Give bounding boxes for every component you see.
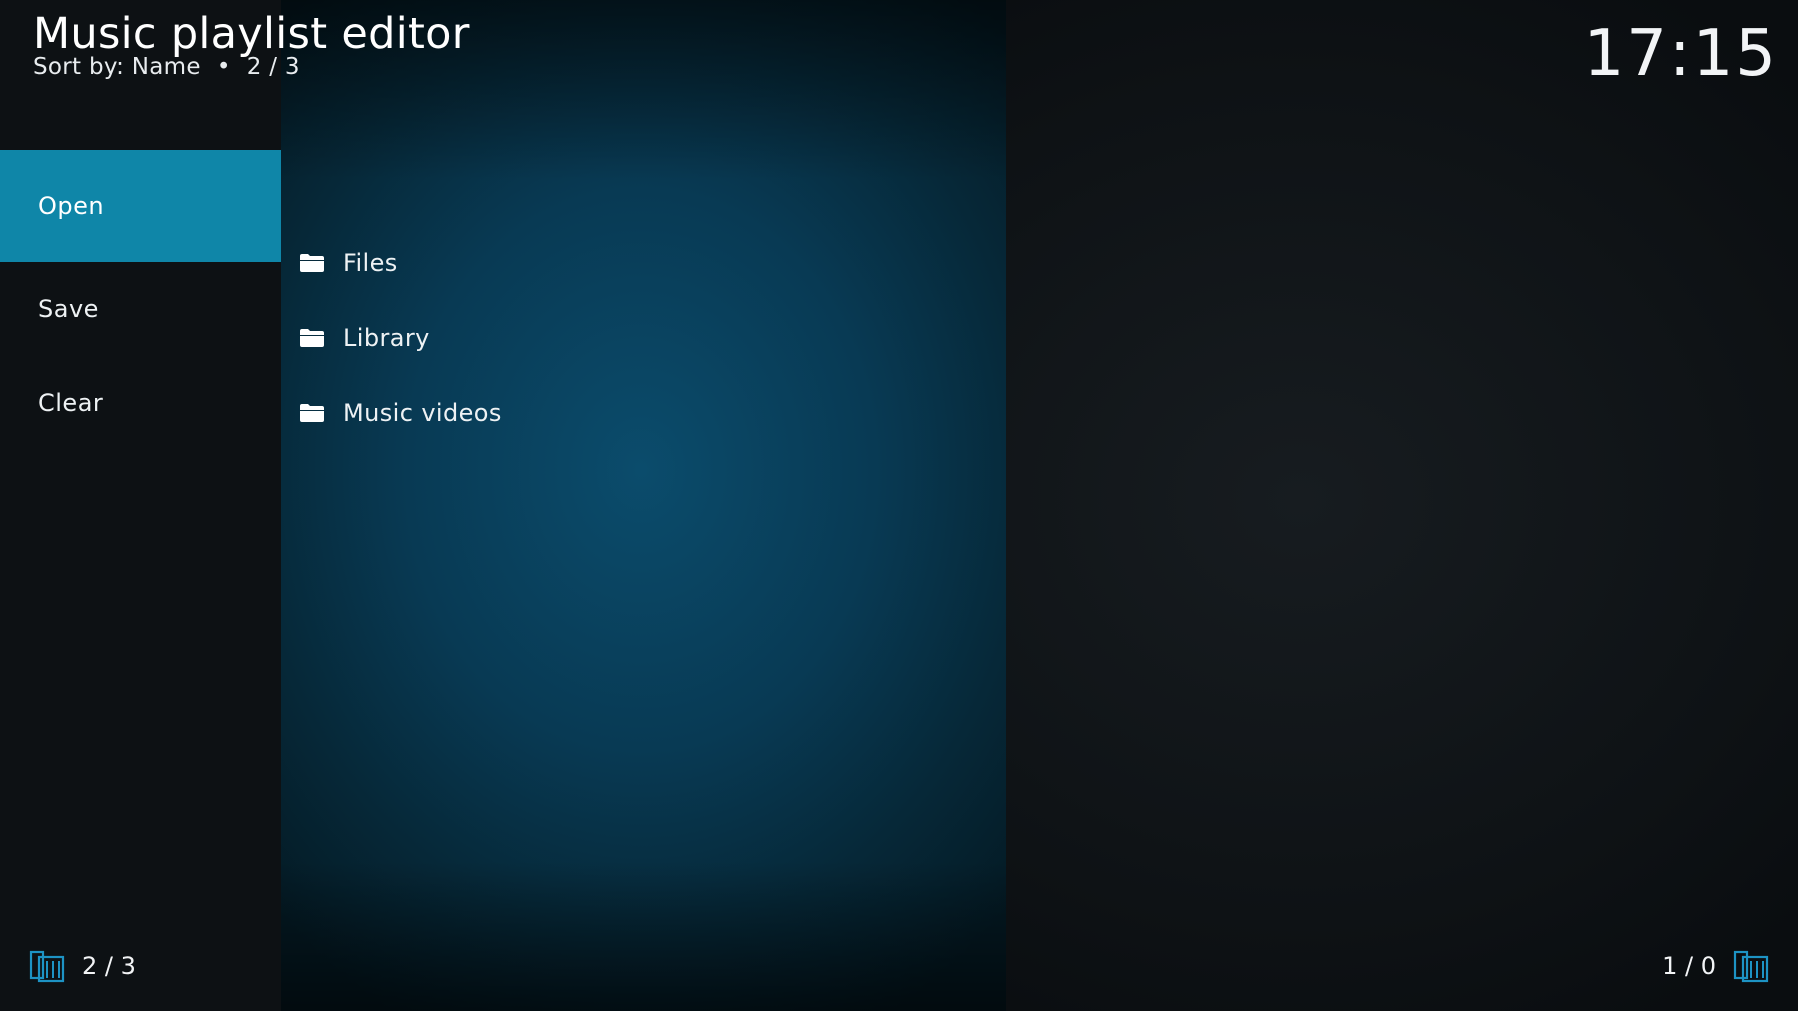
list-item-files[interactable]: Files bbox=[299, 225, 502, 300]
source-list: Files Library Music videos bbox=[299, 225, 502, 450]
playlist-editor-screen: Open Save Clear Music playlist editor So… bbox=[0, 0, 1798, 1011]
footer-right-count: 1 / 0 bbox=[1662, 952, 1716, 980]
item-position: 2 / 3 bbox=[246, 54, 300, 80]
folder-icon bbox=[300, 253, 324, 272]
clock: 17:15 bbox=[1583, 17, 1778, 91]
clear-button-label: Clear bbox=[38, 389, 104, 417]
page-count-icon bbox=[1733, 950, 1769, 983]
sidebar: Open Save Clear bbox=[0, 0, 281, 1011]
footer-left-count: 2 / 3 bbox=[82, 952, 136, 980]
sidebar-menu: Open Save Clear bbox=[0, 150, 281, 450]
list-item-label: Library bbox=[343, 323, 430, 352]
file-browser-panel bbox=[281, 0, 1006, 1011]
folder-icon bbox=[300, 328, 324, 347]
separator-dot: • bbox=[216, 54, 231, 80]
open-button-label: Open bbox=[38, 192, 105, 220]
footer-right-counter: 1 / 0 bbox=[1662, 949, 1770, 983]
sort-label: Sort by: Name bbox=[33, 54, 201, 80]
footer-left-counter: 2 / 3 bbox=[28, 949, 136, 983]
list-item-library[interactable]: Library bbox=[299, 300, 502, 375]
list-item-music-videos[interactable]: Music videos bbox=[299, 375, 502, 450]
page-count-icon bbox=[29, 950, 65, 983]
open-button[interactable]: Open bbox=[0, 150, 281, 262]
save-button[interactable]: Save bbox=[0, 262, 281, 356]
clear-button[interactable]: Clear bbox=[0, 356, 281, 450]
header: Music playlist editor Sort by: Name • 2 / … bbox=[33, 8, 470, 80]
save-button-label: Save bbox=[38, 295, 99, 323]
list-item-label: Files bbox=[343, 248, 398, 277]
page-title: Music playlist editor bbox=[33, 9, 470, 59]
folder-icon bbox=[300, 403, 324, 422]
list-item-label: Music videos bbox=[343, 398, 502, 427]
